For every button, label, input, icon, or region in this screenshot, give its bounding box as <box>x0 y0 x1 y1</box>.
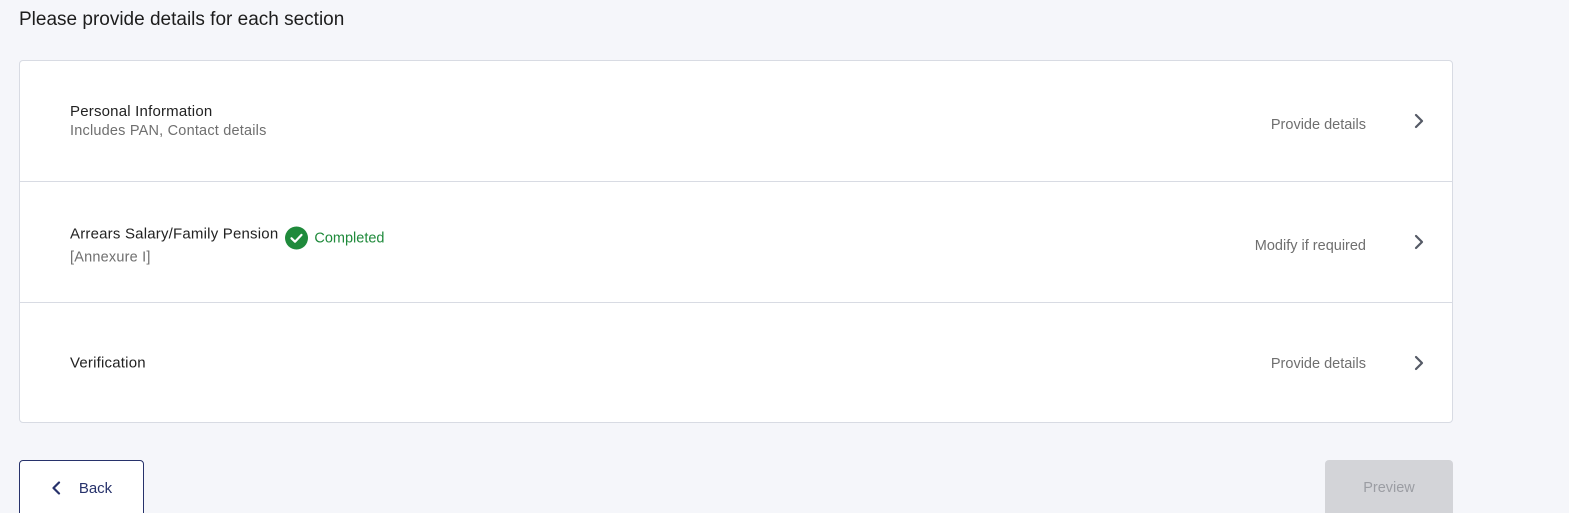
section-title-line: Arrears Salary/Family Pension Completed <box>70 219 385 250</box>
section-row-arrears-salary[interactable]: Arrears Salary/Family Pension Completed … <box>20 182 1452 303</box>
check-circle-icon <box>285 226 309 250</box>
sections-card: Personal Information Includes PAN, Conta… <box>19 60 1453 423</box>
section-title-line: Personal Information <box>70 103 267 120</box>
section-action-label[interactable]: Provide details <box>1271 356 1366 372</box>
chevron-right-icon[interactable] <box>1410 112 1428 130</box>
section-title: Personal Information <box>70 103 213 120</box>
page-title: Please provide details for each section <box>19 9 345 30</box>
section-action-label[interactable]: Modify if required <box>1255 238 1366 254</box>
section-title: Arrears Salary/Family Pension <box>70 225 279 243</box>
section-info: Verification <box>70 355 146 372</box>
back-button-label: Back <box>78 479 113 497</box>
section-title-line: Verification <box>70 355 146 372</box>
preview-button-label: Preview <box>1363 480 1415 496</box>
chevron-left-icon <box>51 481 61 495</box>
completed-badge: Completed <box>285 226 385 250</box>
section-info: Arrears Salary/Family Pension Completed … <box>70 219 385 266</box>
section-action-area[interactable]: Modify if required <box>1255 230 1428 254</box>
section-row-personal-information[interactable]: Personal Information Includes PAN, Conta… <box>20 61 1452 182</box>
chevron-right-icon[interactable] <box>1410 354 1428 372</box>
section-info: Personal Information Includes PAN, Conta… <box>70 103 267 139</box>
section-action-label[interactable]: Provide details <box>1271 117 1366 133</box>
completed-badge-label: Completed <box>314 230 385 246</box>
chevron-right-icon[interactable] <box>1410 233 1428 251</box>
page: Please provide details for each section … <box>0 0 1569 513</box>
section-action-area[interactable]: Provide details <box>1271 109 1428 133</box>
section-title: Verification <box>70 354 146 372</box>
preview-button[interactable]: Preview <box>1325 460 1453 513</box>
section-row-verification[interactable]: Verification Provide details <box>20 303 1452 423</box>
section-subtitle: Includes PAN, Contact details <box>70 123 267 139</box>
section-subtitle: [Annexure I] <box>70 249 151 266</box>
back-button[interactable]: Back <box>19 460 144 513</box>
section-action-area[interactable]: Provide details <box>1271 354 1428 372</box>
